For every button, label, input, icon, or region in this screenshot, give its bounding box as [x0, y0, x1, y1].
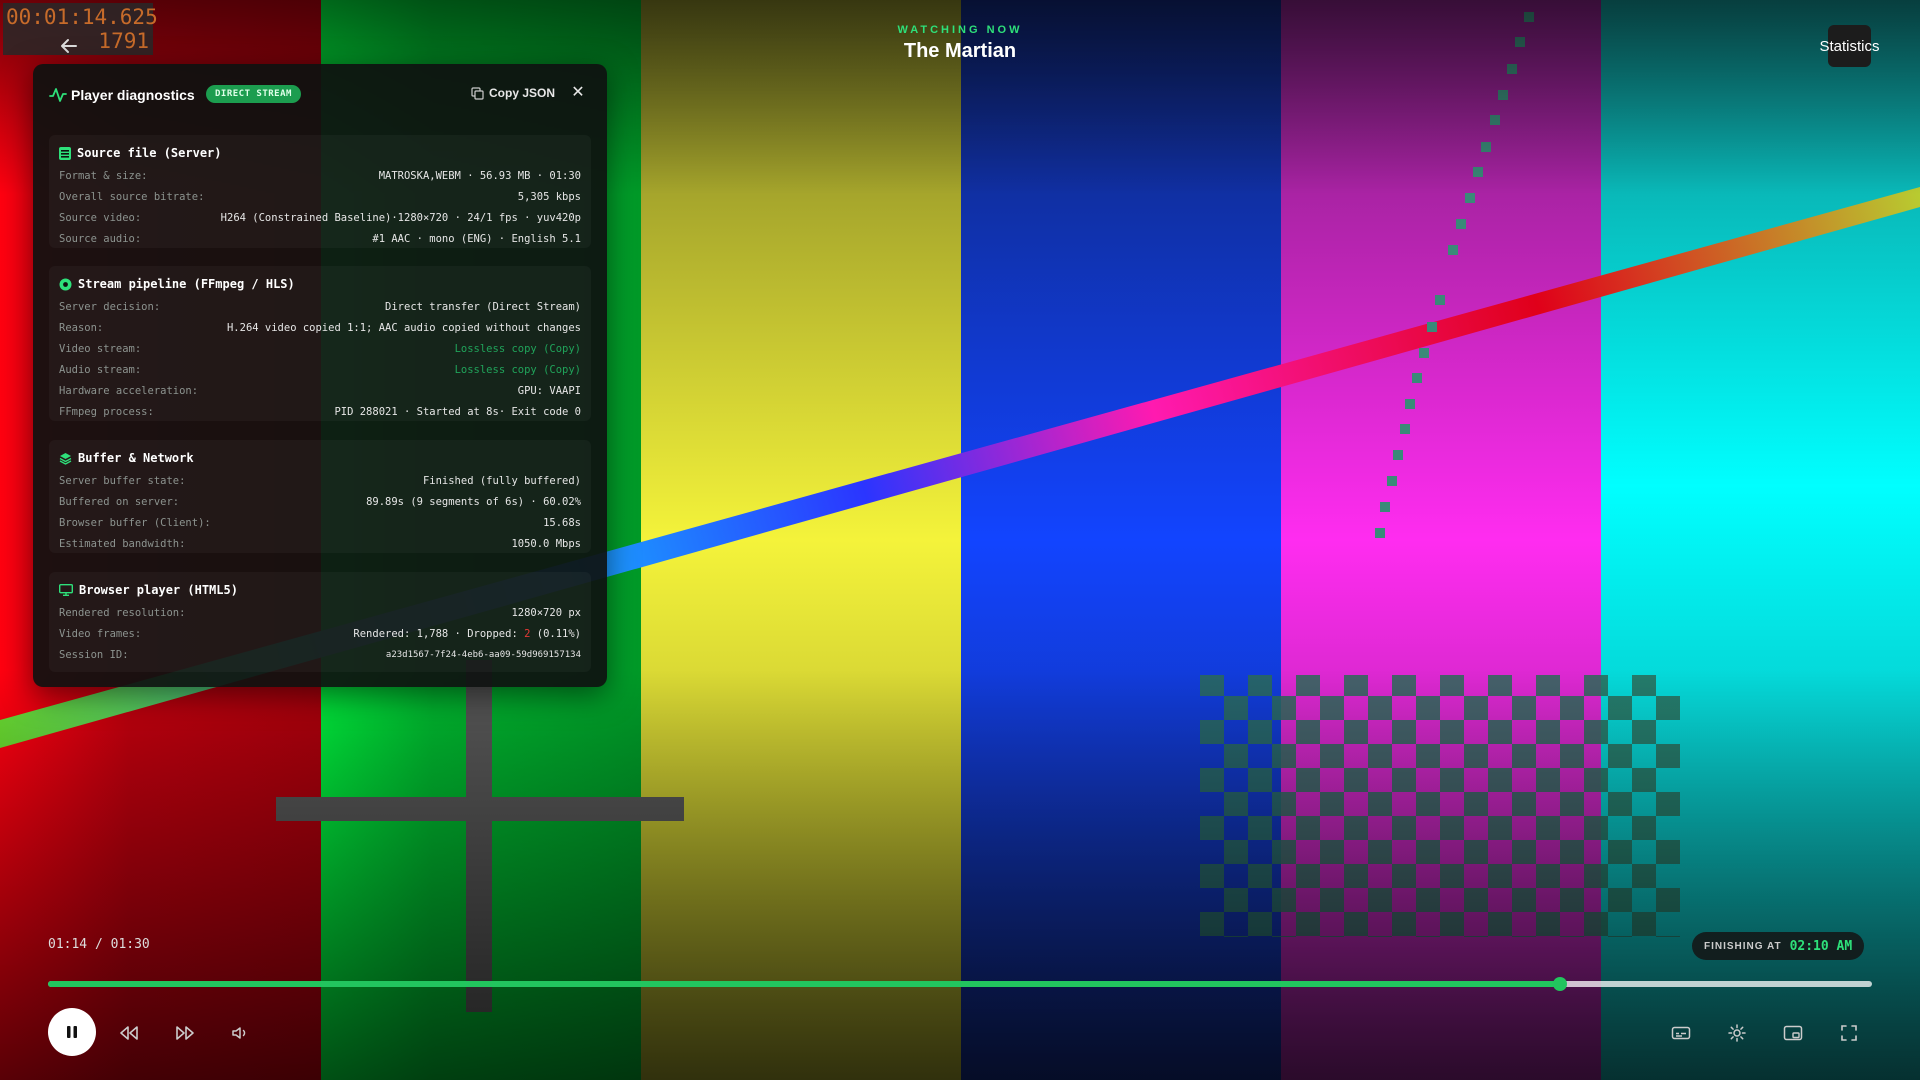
info-row: Session ID: a23d1567-7f24-4eb6-aa09-59d96… [59, 648, 581, 661]
close-icon[interactable]: ✕ [569, 84, 587, 102]
back-arrow-icon [61, 39, 77, 53]
copy-json-label: Copy JSON [489, 86, 556, 100]
copy-json-button[interactable]: Copy JSON [471, 86, 555, 100]
stream-pipeline-section: Stream pipeline (FFmpeg / HLS) Server de… [49, 266, 591, 421]
picture-in-picture-icon [1783, 1025, 1803, 1041]
movie-title: The Martian [903, 40, 1017, 62]
info-row: Hardware acceleration: GPU: VAAPI [59, 384, 581, 397]
section-title: Source file (Server) [77, 146, 222, 160]
source-file-section: Source file (Server) Format & size: MATRO… [49, 135, 591, 248]
frame-counter: 1791 [98, 29, 149, 53]
browser-player-section: Browser player (HTML5) Rendered resoluti… [49, 572, 591, 672]
finishing-at-time: 02:10 AM [1789, 938, 1853, 954]
back-button[interactable] [55, 32, 83, 60]
info-row: FFmpeg process: PID 288021 · Started at 8… [59, 405, 581, 418]
fast-forward-icon [176, 1026, 194, 1040]
settings-icon [1728, 1024, 1746, 1042]
pause-button[interactable] [48, 1008, 96, 1056]
monitor-icon [59, 584, 73, 596]
section-title: Buffer & Network [78, 451, 194, 465]
info-row: Video frames: Rendered: 1,788 · Dropped:… [59, 627, 581, 640]
finishing-at-label: FINISHING AT [1704, 940, 1782, 952]
copy-icon [471, 86, 484, 100]
info-row: Buffered on server: 89.89s (9 segments of… [59, 495, 581, 508]
seek-bar-handle[interactable] [1553, 977, 1568, 991]
gear-icon [59, 278, 72, 290]
fast-forward-button[interactable] [172, 1020, 198, 1046]
watching-now-label: WATCHING NOW [897, 24, 1023, 36]
info-row: Rendered resolution: 1280×720 px [59, 606, 581, 619]
info-row: Server decision: Direct transfer (Direct … [59, 300, 581, 313]
info-row: Source audio: #1 AAC · mono (ENG) · Engli… [59, 232, 581, 245]
player-diagnostics-panel: Player diagnostics DIRECT STREAM Copy JS… [33, 64, 607, 687]
section-title: Stream pipeline (FFmpeg / HLS) [78, 277, 295, 291]
layers-icon [59, 452, 72, 465]
info-row: Video stream: Lossless copy (Copy) [59, 342, 581, 355]
finishing-at-badge: FINISHING AT 02:10 AM [1692, 932, 1865, 960]
picture-in-picture-button[interactable] [1780, 1020, 1806, 1046]
activity-icon [49, 88, 67, 102]
info-row: Source video: H264 (Constrained Baseline)… [59, 211, 581, 224]
section-title: Browser player (HTML5) [79, 583, 238, 597]
database-icon [59, 146, 71, 160]
info-row: Estimated bandwidth: 1050.0 Mbps [59, 537, 581, 550]
now-playing: WATCHING NOW The Martian [760, 24, 1160, 63]
pause-icon [67, 1026, 77, 1038]
info-row: Overall source bitrate: 5,305 kbps [59, 190, 581, 203]
info-row: Browser buffer (Client): 15.68s [59, 516, 581, 529]
statistics-button[interactable]: Statistics [1820, 25, 1880, 67]
fullscreen-icon [1841, 1025, 1857, 1041]
volume-icon [232, 1027, 246, 1039]
subtitles-icon [1671, 1026, 1691, 1040]
rewind-button[interactable] [116, 1020, 142, 1046]
fullscreen-button[interactable] [1836, 1020, 1862, 1046]
buffer-network-section: Buffer & Network Server buffer state: Fin… [49, 440, 591, 553]
info-row: Format & size: MATROSKA,WEBM · 56.93 MB ·… [59, 169, 581, 182]
diagnostics-header: Player diagnostics DIRECT STREAM Copy JS… [33, 64, 607, 126]
direct-stream-badge: DIRECT STREAM [206, 85, 301, 103]
diagnostics-title: Player diagnostics [71, 87, 195, 103]
time-display: 01:14 / 01:30 [48, 937, 150, 952]
info-row: Audio stream: Lossless copy (Copy) [59, 363, 581, 376]
volume-button[interactable] [228, 1020, 254, 1046]
seek-bar[interactable] [48, 977, 1872, 991]
timecode-text: 00:01:14.625 [6, 5, 158, 29]
settings-button[interactable] [1724, 1020, 1750, 1046]
info-row: Server buffer state: Finished (fully buff… [59, 474, 581, 487]
subtitles-button[interactable] [1668, 1020, 1694, 1046]
info-row: Reason: H.264 video copied 1:1; AAC audio… [59, 321, 581, 334]
rewind-icon [120, 1026, 138, 1040]
statistics-button-label: Statistics [1819, 37, 1880, 55]
seek-bar-progress [48, 981, 1561, 987]
